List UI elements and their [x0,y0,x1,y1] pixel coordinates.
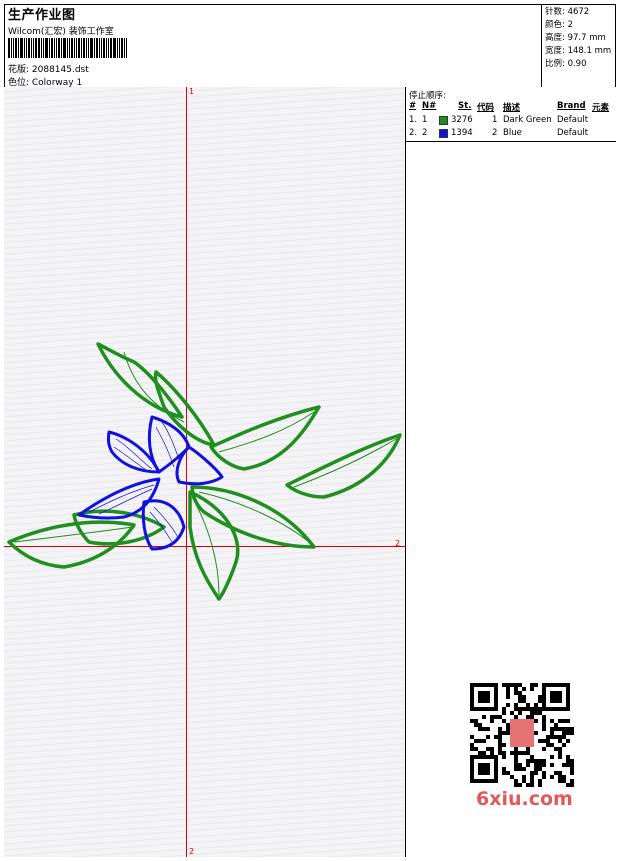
row-description: Blue [503,128,522,138]
row-stitches: 3276 [451,115,473,125]
row-needle: 2 [422,128,428,138]
row-description: Dark Green [503,115,552,125]
design-file-label: 花版: 2088145.dst [8,65,89,75]
color-count: 颜色: 2 [545,20,573,30]
col-description: 描述 [503,103,521,113]
col-code: 代码 [477,103,495,113]
row-needle: 1 [422,115,428,125]
studio-name: Wilcom(汇宏) 装饰工作室 [8,27,114,37]
design-canvas[interactable]: 1 2 2 [4,87,406,857]
blue-flower [77,415,224,551]
header: 生产作业图 Wilcom(汇宏) 装饰工作室 花版: 2088145.dst 色… [4,4,616,88]
stats-box: 针数: 4672 颜色: 2 高度: 97.7 mm 宽度: 148.1 mm … [541,4,616,88]
col-stitches: St. [458,101,472,111]
stop-sequence-title: 停止顺序: [409,91,446,101]
col-brand: Brand [557,101,586,111]
qr-code [466,679,578,791]
design-scale: 比例: 0.90 [545,59,587,69]
row-code: 2 [492,128,498,138]
watermark-text: 6xiu.com [476,788,573,810]
table-row[interactable]: 2. 2 1394 2 Blue Default [406,128,616,140]
row-stitches: 1394 [451,128,473,138]
design-height: 高度: 97.7 mm [545,33,606,43]
embroidery-design [7,342,402,601]
thread-color-swatch [439,129,448,138]
green-leaves [7,342,402,601]
barcode [8,38,148,58]
row-index: 2. [409,128,418,138]
stitch-count: 针数: 4672 [545,7,590,17]
col-index: # [409,101,417,111]
row-index: 1. [409,115,418,125]
thread-color-swatch [439,116,448,125]
page-title: 生产作业图 [8,8,76,23]
divider [406,141,616,142]
design-width: 宽度: 148.1 mm [545,46,612,56]
row-code: 1 [492,115,498,125]
col-needle: N# [422,101,437,111]
col-element: 元素 [592,103,610,113]
row-brand: Default [557,115,589,125]
row-brand: Default [557,128,589,138]
table-row[interactable]: 1. 1 3276 1 Dark Green Default [406,115,616,127]
